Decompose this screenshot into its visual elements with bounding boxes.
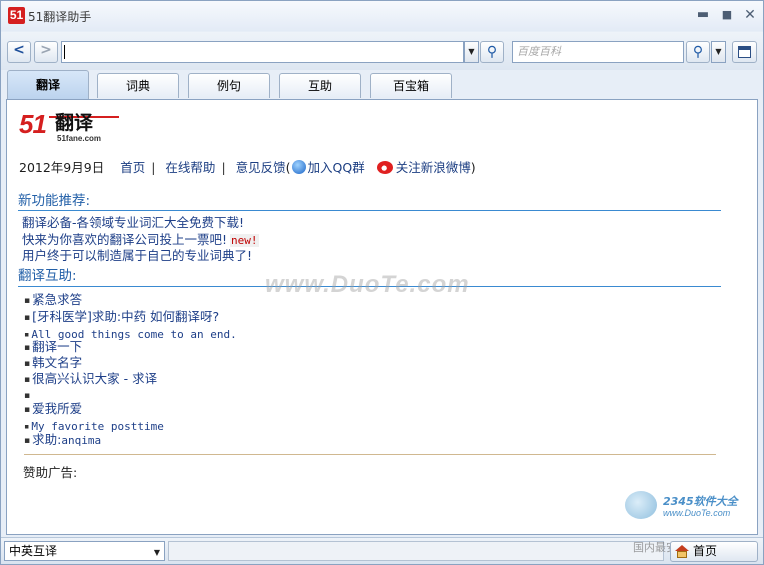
nav-line: 2012年9月9日 首页 | 在线帮助 | 意见反馈(加入QQ群 关注新浪微博) (19, 160, 476, 176)
back-button[interactable]: < (7, 41, 31, 63)
app-logo-icon: 51 (8, 7, 25, 24)
tab-bar: 翻译 词典 例句 互助 百宝箱 (1, 70, 763, 99)
paren-open: ( (285, 160, 291, 175)
qa-item[interactable]: [牙科医学]求助:中药 如何翻译呀? (24, 310, 219, 324)
close-button[interactable]: ✕ (740, 6, 760, 24)
home-link[interactable]: 首页 (120, 160, 145, 176)
online-help-link[interactable]: 在线帮助 (165, 160, 215, 176)
paren-close: ) (470, 160, 476, 175)
weibo-icon (376, 161, 393, 174)
qa-item[interactable]: 韩文名字 (24, 356, 82, 370)
logo-domain: 51fane.com (57, 134, 102, 143)
current-date: 2012年9月9日 (19, 160, 105, 175)
status-bar: 中英互译 国内最安全的软件站 首页 (1, 537, 763, 564)
watermark-mascot-icon (625, 491, 657, 519)
features-divider (18, 210, 721, 211)
feature-item[interactable]: 快来为你喜欢的翻译公司投上一票吧! new! (22, 232, 259, 247)
qa-item[interactable]: 求助:anqima (24, 432, 102, 448)
qa-heading: 翻译互助: (18, 268, 77, 284)
qq-icon (291, 160, 306, 174)
qa-item[interactable]: 紧急求答 (24, 293, 82, 307)
join-qq-group-link[interactable]: 加入QQ群 (308, 160, 365, 176)
toolbar: < > ▼ ⚲ 百度百科 ⚲ ▼ (1, 32, 763, 70)
tab-dictionary[interactable]: 词典 (97, 73, 179, 98)
features-heading: 新功能推荐: (18, 193, 91, 209)
tab-examples[interactable]: 例句 (188, 73, 270, 98)
address-input[interactable] (61, 41, 464, 63)
watermark-brand: 2345软件大全 (663, 495, 738, 508)
qa-item-text: 求助: (32, 432, 62, 447)
qa-item[interactable] (24, 388, 36, 402)
ad-divider (24, 454, 716, 455)
address-go-search-icon[interactable]: ⚲ (480, 41, 504, 63)
language-direction-select[interactable]: 中英互译 (4, 541, 165, 561)
forward-button[interactable]: > (34, 41, 58, 63)
watermark-url: www.DuoTe.com (663, 508, 731, 518)
feature-item[interactable]: 翻译必备-各领域专业词汇大全免费下载! (22, 215, 244, 230)
watermark-center: www.DuoTe.com (265, 271, 470, 298)
logo-name: 翻译 (55, 112, 94, 134)
qa-item[interactable]: 很高兴认识大家 - 求译 (24, 372, 157, 386)
minimize-button[interactable]: ▬ (693, 6, 713, 24)
home-button-label: 首页 (693, 544, 718, 558)
app-window: 51 51翻译助手 ▬ ■ ✕ < > ▼ ⚲ 百度百科 ⚲ ▼ 翻译 词典 例… (0, 0, 764, 565)
logo-number: 51 (19, 109, 47, 139)
feature-item[interactable]: 用户终于可以制造属于自己的专业词典了! (22, 248, 252, 263)
baike-search-icon[interactable]: ⚲ (686, 41, 710, 63)
window-title: 51翻译助手 (28, 10, 92, 24)
status-field (168, 541, 664, 561)
home-icon (675, 545, 689, 558)
maximize-button[interactable]: ■ (717, 6, 737, 24)
tab-mutual-help[interactable]: 互助 (279, 73, 361, 98)
tab-toolbox[interactable]: 百宝箱 (370, 73, 452, 98)
new-badge: new! (230, 234, 259, 247)
search-engine-dropdown-button[interactable]: ▼ (711, 41, 726, 63)
qa-item[interactable]: 翻译一下 (24, 340, 82, 354)
tab-translate[interactable]: 翻译 (7, 70, 89, 99)
site-logo[interactable]: 51 翻译 51fane.com (19, 110, 121, 144)
watermark-corner: 2345软件大全 www.DuoTe.com (623, 489, 763, 531)
content-pane: 51 翻译 51fane.com 2012年9月9日 首页 | 在线帮助 | 意见反… (6, 99, 758, 535)
sponsored-ads-label: 赞助广告: (23, 465, 78, 480)
qa-item-text-en: anqima (61, 434, 102, 447)
baike-search-input[interactable]: 百度百科 (512, 41, 684, 63)
calendar-icon[interactable] (732, 41, 757, 63)
address-dropdown-button[interactable]: ▼ (464, 41, 479, 63)
qa-item[interactable]: 爱我所爱 (24, 402, 82, 416)
home-button[interactable]: 首页 (670, 541, 758, 562)
title-bar: 51 51翻译助手 ▬ ■ ✕ (1, 1, 763, 31)
follow-weibo-link[interactable]: 关注新浪微博 (396, 160, 471, 176)
feature-item-text: 快来为你喜欢的翻译公司投上一票吧! (22, 232, 228, 247)
feedback-link[interactable]: 意见反馈 (236, 160, 286, 176)
